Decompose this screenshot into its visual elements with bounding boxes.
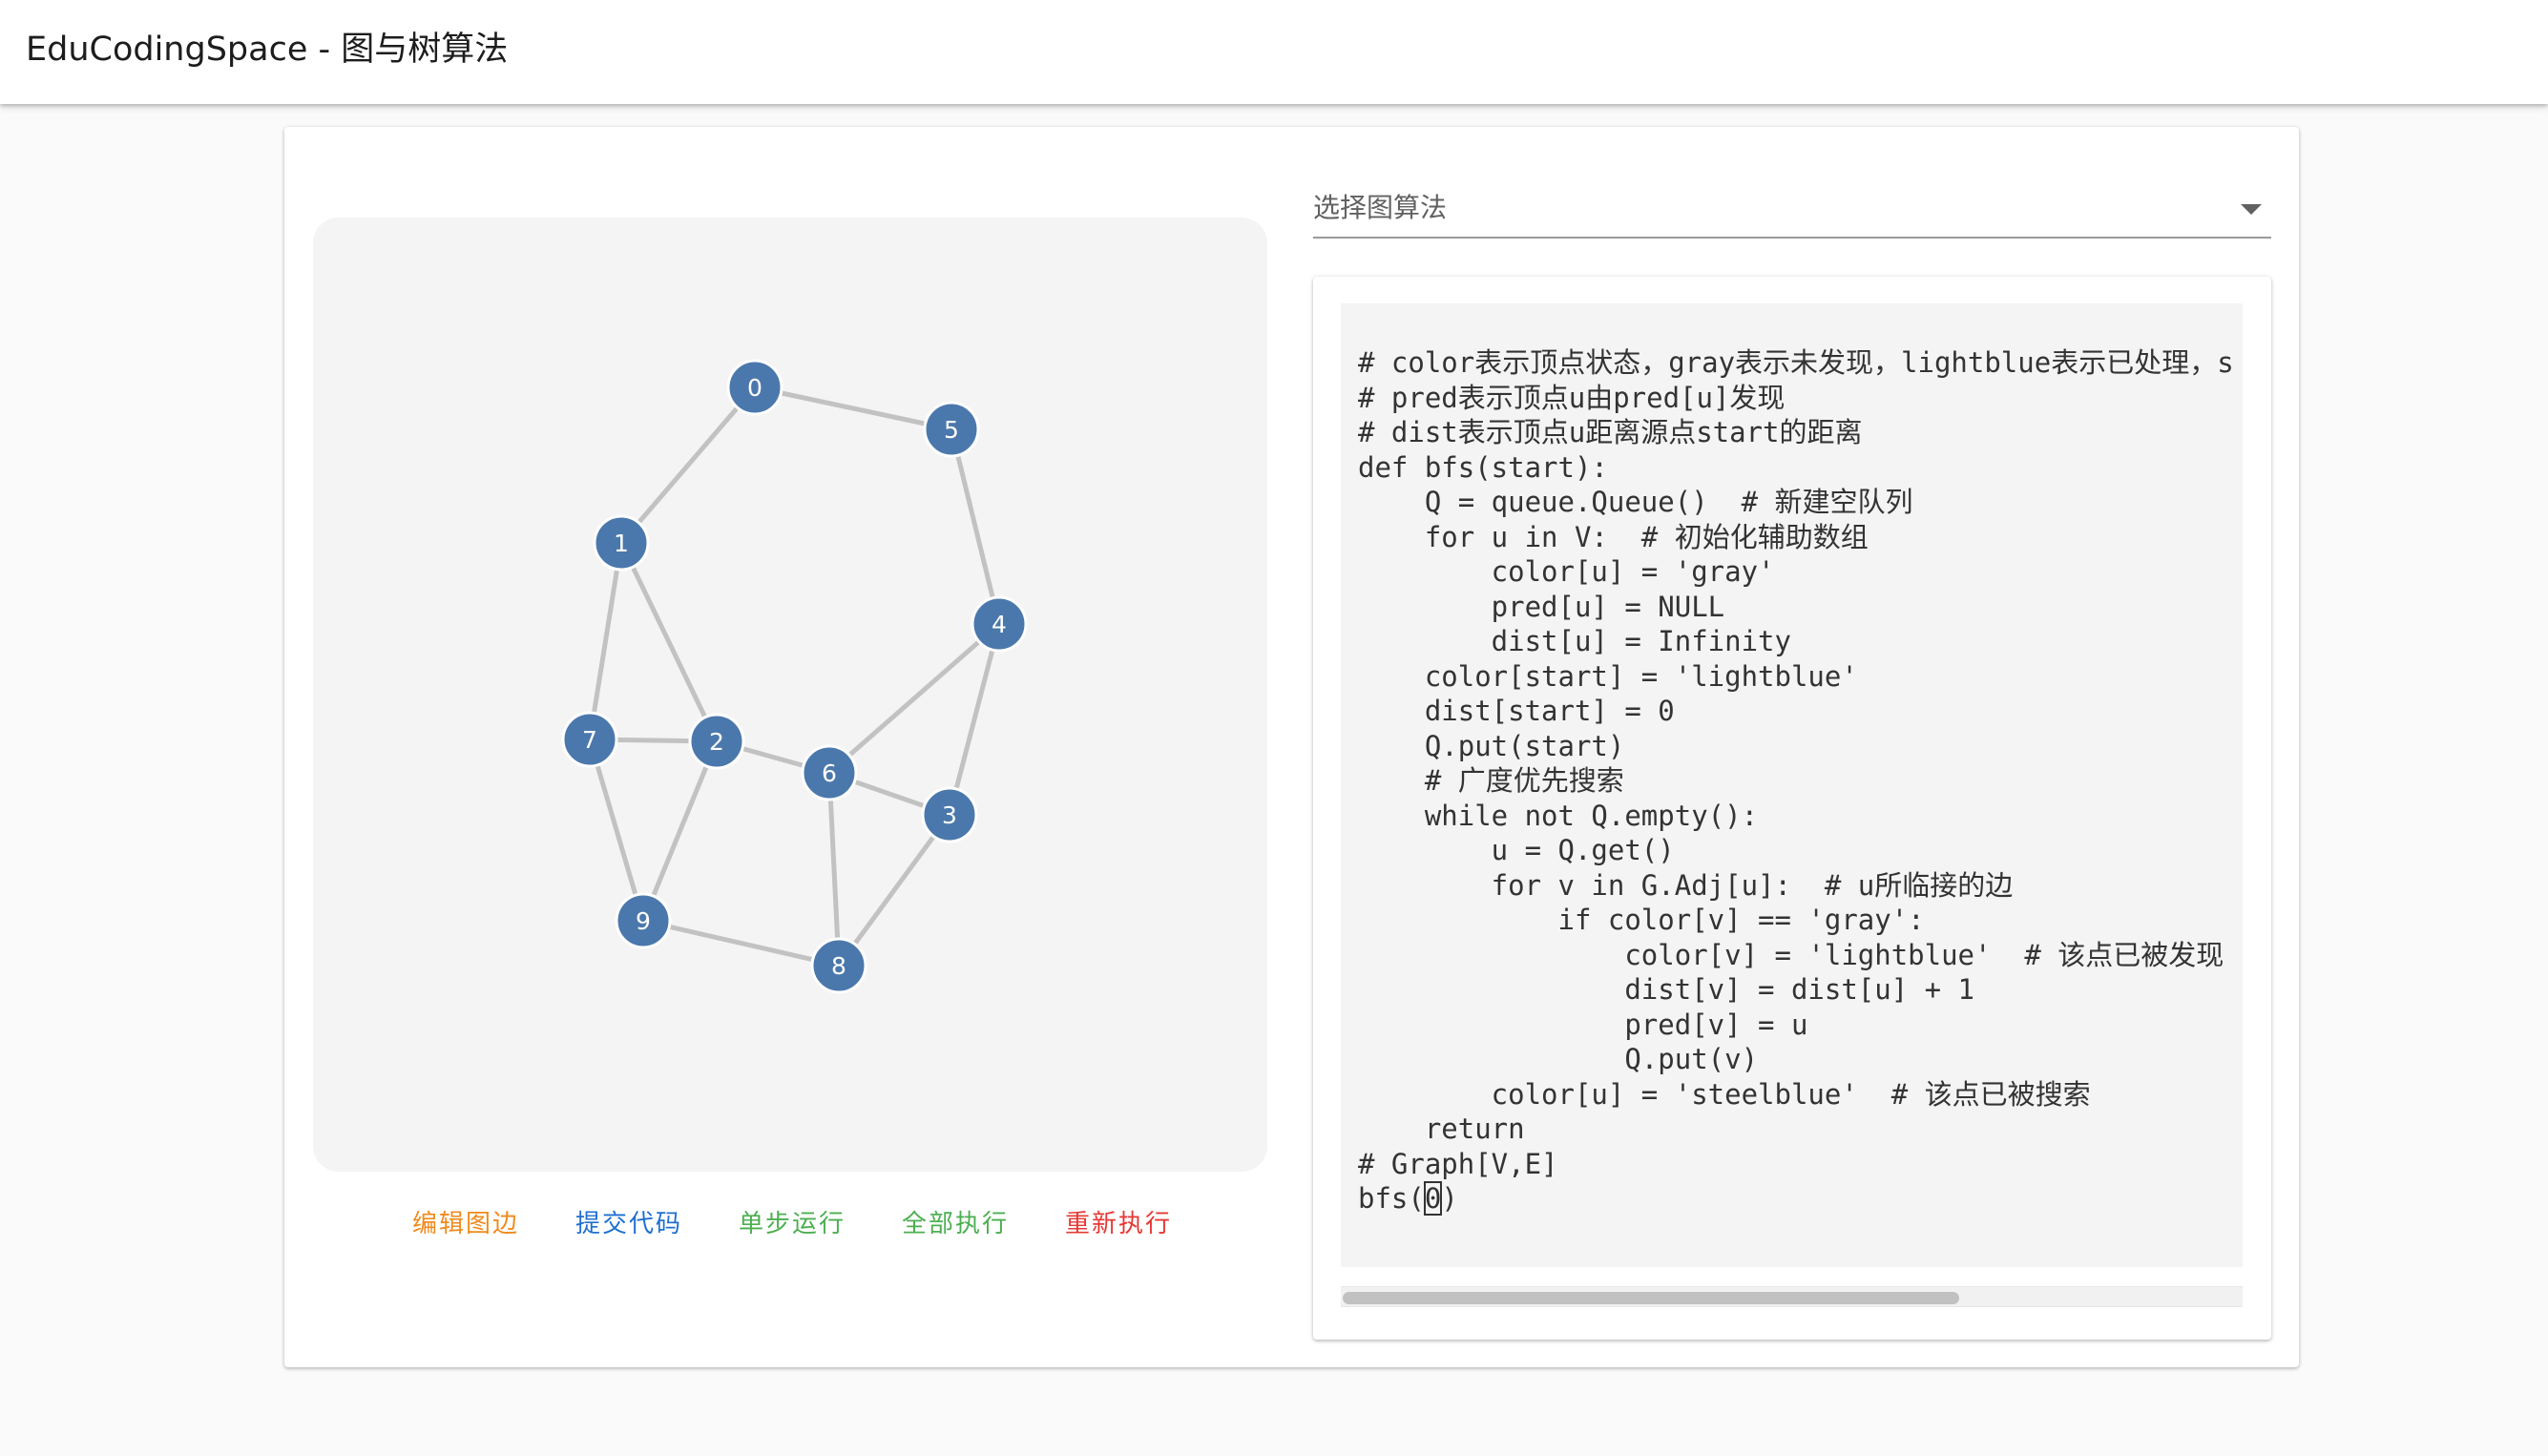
graph-edge-7-9 <box>587 738 646 922</box>
graph-edge-1-2 <box>618 541 720 743</box>
app-bar: EduCodingSpace - 图与树算法 <box>0 0 2548 104</box>
action-bar: 编辑图边 提交代码 单步运行 全部执行 重新执行 <box>391 1200 1193 1248</box>
scrollbar-thumb[interactable] <box>1343 1292 1959 1304</box>
edit-edges-button[interactable]: 编辑图边 <box>391 1200 540 1248</box>
algorithm-select[interactable]: 选择图算法 <box>1313 181 2271 239</box>
code-line: dist[start] = 0 <box>1358 695 1675 727</box>
graph-edge-1-7 <box>587 542 624 740</box>
chevron-down-icon[interactable] <box>2241 204 2262 215</box>
step-run-button[interactable]: 单步运行 <box>718 1200 867 1248</box>
call-suffix: ) <box>1441 1182 1458 1215</box>
graph-node-label: 3 <box>942 801 957 829</box>
graph-node-7[interactable]: 7 <box>561 711 618 768</box>
code-line: color[u] = 'steelblue' # 该点已被搜索 <box>1358 1077 2091 1111</box>
code-line: return <box>1358 1113 1525 1145</box>
graph-node-9[interactable]: 9 <box>615 892 672 949</box>
code-card: # color表示顶点状态，gray表示未发现，lightblue表示已处理，s… <box>1313 277 2271 1340</box>
graph-node-label: 4 <box>992 611 1007 638</box>
algorithm-select-label: 选择图算法 <box>1313 192 1448 223</box>
graph-node-1[interactable]: 1 <box>593 514 650 572</box>
graph-edge-4-6 <box>827 622 1001 775</box>
graph-node-label: 0 <box>747 374 762 402</box>
code-line: # 广度优先搜索 <box>1358 764 1624 797</box>
graph-node-3[interactable]: 3 <box>921 786 978 843</box>
code-line: color[v] = 'lightblue' # 该点已被发现 <box>1358 938 2224 971</box>
graph-edge-5-4 <box>949 428 1002 625</box>
graph-edge-0-1 <box>619 385 757 545</box>
graph-edge-4-3 <box>947 623 1002 816</box>
nodes-layer: 0 1 2 3 4 5 6 7 8 9 <box>561 359 1028 994</box>
graph-edge-2-9 <box>640 740 720 922</box>
code-line-call: bfs(0) <box>1358 1181 2234 1217</box>
graph-node-label: 2 <box>709 728 724 756</box>
graph-canvas[interactable]: 0 1 2 3 4 5 6 7 8 9 <box>313 218 1267 1172</box>
restart-button[interactable]: 重新执行 <box>1044 1200 1193 1248</box>
code-line: Q = queue.Queue() # 新建空队列 <box>1358 486 1913 518</box>
code-line: color[u] = 'gray' <box>1358 555 1775 588</box>
graph-svg[interactable]: 0 1 2 3 4 5 6 7 8 9 <box>313 218 1267 1172</box>
submit-code-button[interactable]: 提交代码 <box>554 1200 703 1248</box>
code-line: def bfs(start): <box>1358 450 1608 484</box>
graph-node-6[interactable]: 6 <box>801 744 858 801</box>
code-line: for u in V: # 初始化辅助数组 <box>1358 520 1869 553</box>
edges-layer <box>587 385 1002 968</box>
graph-node-0[interactable]: 0 <box>726 359 783 416</box>
code-line: for v in G.Adj[u]: # u所临接的边 <box>1358 868 2014 902</box>
graph-node-label: 8 <box>831 952 846 980</box>
graph-node-label: 7 <box>582 726 597 754</box>
graph-node-4[interactable]: 4 <box>971 595 1028 653</box>
graph-edge-9-8 <box>642 918 840 968</box>
code-line: while not Q.empty(): <box>1358 799 1759 832</box>
graph-node-label: 9 <box>636 907 651 935</box>
code-lines[interactable]: # color表示顶点状态，gray表示未发现，lightblue表示已处理，s… <box>1358 345 2234 1217</box>
graph-node-2[interactable]: 2 <box>688 713 745 770</box>
code-line: Q.put(v) <box>1358 1043 1759 1075</box>
graph-edge-0-5 <box>754 385 952 432</box>
code-line: pred[v] = u <box>1358 1008 1808 1041</box>
code-line: dist[v] = dist[u] + 1 <box>1358 973 1975 1006</box>
code-editor[interactable]: # color表示顶点状态，gray表示未发现，lightblue表示已处理，s… <box>1341 303 2243 1267</box>
run-all-button[interactable]: 全部执行 <box>881 1200 1030 1248</box>
code-line: Q.put(start) <box>1358 729 1625 762</box>
code-line: # Graph[V,E] <box>1358 1147 1558 1180</box>
code-line: color[start] = 'lightblue' <box>1358 659 1858 693</box>
graph-node-label: 6 <box>822 759 837 787</box>
app-title: EduCodingSpace - 图与树算法 <box>26 31 509 69</box>
code-line: # color表示顶点状态，gray表示未发现，lightblue表示已处理，s <box>1358 346 2234 379</box>
code-line: u = Q.get() <box>1358 834 1675 866</box>
call-prefix: bfs( <box>1358 1182 1425 1215</box>
call-argument[interactable]: 0 <box>1423 1181 1443 1216</box>
graph-node-label: 1 <box>614 530 629 557</box>
code-line: if color[v] == 'gray': <box>1358 904 1925 936</box>
code-line: pred[u] = NULL <box>1358 590 1725 623</box>
code-line: dist[u] = Infinity <box>1358 625 1791 657</box>
graph-edge-6-8 <box>826 772 842 967</box>
code-line: # pred表示顶点u由pred[u]发现 <box>1358 381 1786 414</box>
code-line: # dist表示顶点u距离源点start的距离 <box>1358 416 1863 448</box>
graph-node-8[interactable]: 8 <box>810 937 867 994</box>
horizontal-scrollbar[interactable] <box>1341 1286 2243 1307</box>
graph-node-label: 5 <box>944 416 959 444</box>
graph-node-5[interactable]: 5 <box>923 401 980 458</box>
